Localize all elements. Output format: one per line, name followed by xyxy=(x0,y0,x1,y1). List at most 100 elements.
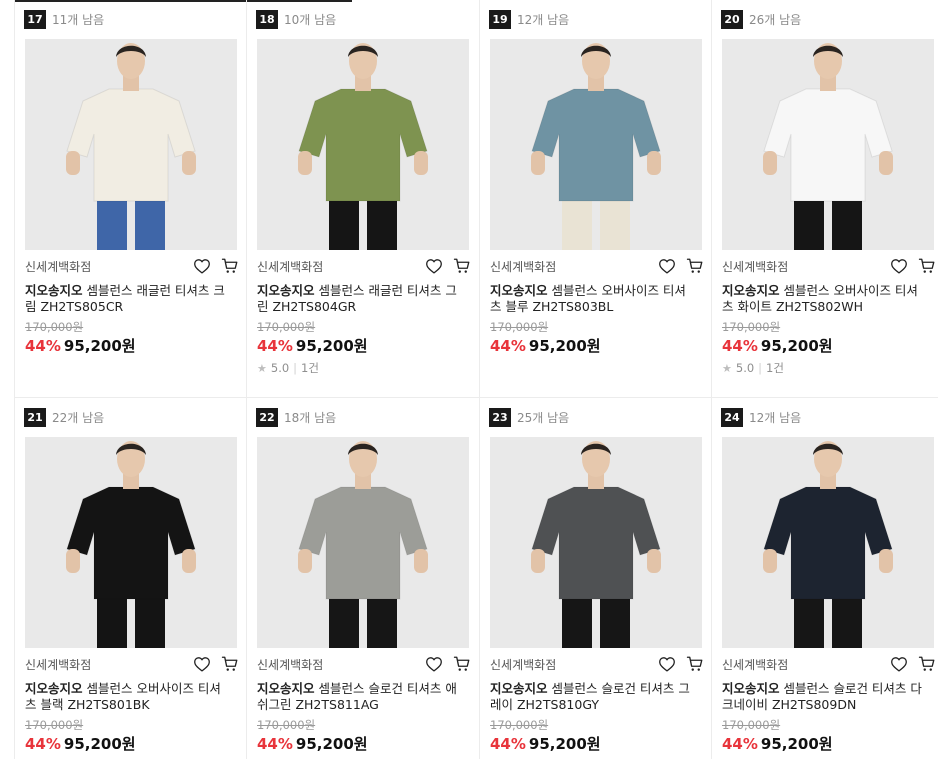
discount-rate: 44% xyxy=(257,735,293,753)
model-figure xyxy=(257,39,469,250)
model-figure xyxy=(722,437,934,648)
cart-icon[interactable] xyxy=(917,654,937,674)
product-title[interactable]: 지오송지오 셈블런스 오버사이즈 티셔츠 블랙 ZH2TS801BK xyxy=(25,681,230,713)
product-title[interactable]: 지오송지오 셈블런스 슬로건 티셔츠 그레이 ZH2TS810GY xyxy=(490,681,695,713)
product-card[interactable]: 19 12개 남음 신세계백화점 지오송지오 셈블런스 오버사이즈 티셔츠 블루… xyxy=(479,0,711,398)
rank-badge: 17 xyxy=(24,9,46,29)
sale-price: 95,200원 xyxy=(760,735,833,753)
product-title[interactable]: 지오송지오 셈블런스 래글런 티셔츠 그린 ZH2TS804GR xyxy=(257,283,462,315)
product-card[interactable]: 18 10개 남음 신세계백화점 지오송지오 셈블런스 래글런 티셔츠 그린 Z… xyxy=(246,0,478,398)
product-title[interactable]: 지오송지오 셈블런스 슬로건 티셔츠 다크네이비 ZH2TS809DN xyxy=(722,681,927,713)
rank-badge: 18 xyxy=(256,9,278,29)
stock-remaining: 22개 남음 xyxy=(52,410,105,425)
product-title[interactable]: 지오송지오 셈블런스 오버사이즈 티셔츠 블루 ZH2TS803BL xyxy=(490,283,695,315)
product-title[interactable]: 지오송지오 셈블런스 슬로건 티셔츠 애쉬그린 ZH2TS811AG xyxy=(257,681,462,713)
product-card[interactable]: 24 12개 남음 신세계백화점 지오송지오 셈블런스 슬로건 티셔츠 다크네이… xyxy=(711,398,938,759)
model-figure xyxy=(25,437,237,648)
product-image[interactable] xyxy=(257,437,469,648)
heart-icon[interactable] xyxy=(192,654,212,674)
rating-summary: ★ 5.0 | 1건 xyxy=(722,360,784,376)
rank-badge: 24 xyxy=(721,407,743,427)
product-image[interactable] xyxy=(722,437,934,648)
cart-icon[interactable] xyxy=(452,654,472,674)
review-count: 1건 xyxy=(766,361,784,375)
store-name[interactable]: 신세계백화점 xyxy=(257,258,323,275)
original-price: 170,000원 xyxy=(257,320,316,334)
stock-remaining: 18개 남음 xyxy=(284,410,337,425)
review-count: 1건 xyxy=(301,361,319,375)
original-price: 170,000원 xyxy=(490,718,549,732)
rank-badge: 21 xyxy=(24,407,46,427)
discount-rate: 44% xyxy=(25,337,61,355)
product-card[interactable]: 22 18개 남음 신세계백화점 지오송지오 셈블런스 슬로건 티셔츠 애쉬그린… xyxy=(246,398,478,759)
discount-rate: 44% xyxy=(722,735,758,753)
sale-price: 95,200원 xyxy=(528,337,601,355)
product-image[interactable] xyxy=(257,39,469,250)
brand-name: 지오송지오 xyxy=(722,681,780,696)
rating-separator: | xyxy=(293,361,298,375)
cart-icon[interactable] xyxy=(220,654,240,674)
discount-rate: 44% xyxy=(490,337,526,355)
brand-name: 지오송지오 xyxy=(257,283,315,298)
star-icon: ★ xyxy=(722,361,732,375)
heart-icon[interactable] xyxy=(424,654,444,674)
product-card[interactable]: 20 26개 남음 신세계백화점 지오송지오 셈블런스 오버사이즈 티셔츠 화이… xyxy=(711,0,938,398)
cart-icon[interactable] xyxy=(685,256,705,276)
original-price: 170,000원 xyxy=(722,718,781,732)
product-title[interactable]: 지오송지오 셈블런스 래글런 티셔츠 크림 ZH2TS805CR xyxy=(25,283,230,315)
store-name[interactable]: 신세계백화점 xyxy=(257,656,323,673)
rating-score: 5.0 xyxy=(270,361,290,375)
brand-name: 지오송지오 xyxy=(257,681,315,696)
discount-rate: 44% xyxy=(257,337,293,355)
cart-icon[interactable] xyxy=(917,256,937,276)
stock-remaining: 10개 남음 xyxy=(284,12,337,27)
product-image[interactable] xyxy=(490,437,702,648)
sale-price: 95,200원 xyxy=(63,735,136,753)
brand-name: 지오송지오 xyxy=(722,283,780,298)
store-name[interactable]: 신세계백화점 xyxy=(722,656,788,673)
heart-icon[interactable] xyxy=(657,256,677,276)
sale-price: 95,200원 xyxy=(760,337,833,355)
rating-summary: ★ 5.0 | 1건 xyxy=(257,360,319,376)
store-name[interactable]: 신세계백화점 xyxy=(722,258,788,275)
stock-remaining: 12개 남음 xyxy=(517,12,570,27)
product-image[interactable] xyxy=(25,437,237,648)
product-image[interactable] xyxy=(490,39,702,250)
product-card[interactable]: 23 25개 남음 신세계백화점 지오송지오 셈블런스 슬로건 티셔츠 그레이 … xyxy=(479,398,711,759)
heart-icon[interactable] xyxy=(889,256,909,276)
rank-badge: 19 xyxy=(489,9,511,29)
store-name[interactable]: 신세계백화점 xyxy=(25,258,91,275)
sale-price: 95,200원 xyxy=(63,337,136,355)
star-icon: ★ xyxy=(257,361,267,375)
product-card[interactable]: 21 22개 남음 신세계백화점 지오송지오 셈블런스 오버사이즈 티셔츠 블랙… xyxy=(14,398,246,759)
original-price: 170,000원 xyxy=(722,320,781,334)
stock-remaining: 11개 남음 xyxy=(52,12,105,27)
product-card[interactable]: 17 11개 남음 신세계백화점 지오송지오 셈블런스 래글런 티셔츠 크림 Z… xyxy=(14,0,246,398)
brand-name: 지오송지오 xyxy=(25,283,83,298)
sale-price: 95,200원 xyxy=(295,337,368,355)
model-figure xyxy=(722,39,934,250)
model-figure xyxy=(490,437,702,648)
rank-badge: 20 xyxy=(721,9,743,29)
rating-score: 5.0 xyxy=(735,361,755,375)
cart-icon[interactable] xyxy=(452,256,472,276)
original-price: 170,000원 xyxy=(25,718,84,732)
cart-icon[interactable] xyxy=(220,256,240,276)
discount-rate: 44% xyxy=(722,337,758,355)
original-price: 170,000원 xyxy=(490,320,549,334)
store-name[interactable]: 신세계백화점 xyxy=(490,258,556,275)
product-title[interactable]: 지오송지오 셈블런스 오버사이즈 티셔츠 화이트 ZH2TS802WH xyxy=(722,283,927,315)
store-name[interactable]: 신세계백화점 xyxy=(25,656,91,673)
model-figure xyxy=(490,39,702,250)
cart-icon[interactable] xyxy=(685,654,705,674)
rating-separator: | xyxy=(758,361,763,375)
original-price: 170,000원 xyxy=(25,320,84,334)
heart-icon[interactable] xyxy=(889,654,909,674)
store-name[interactable]: 신세계백화점 xyxy=(490,656,556,673)
heart-icon[interactable] xyxy=(192,256,212,276)
heart-icon[interactable] xyxy=(657,654,677,674)
product-image[interactable] xyxy=(25,39,237,250)
heart-icon[interactable] xyxy=(424,256,444,276)
product-image[interactable] xyxy=(722,39,934,250)
model-figure xyxy=(257,437,469,648)
